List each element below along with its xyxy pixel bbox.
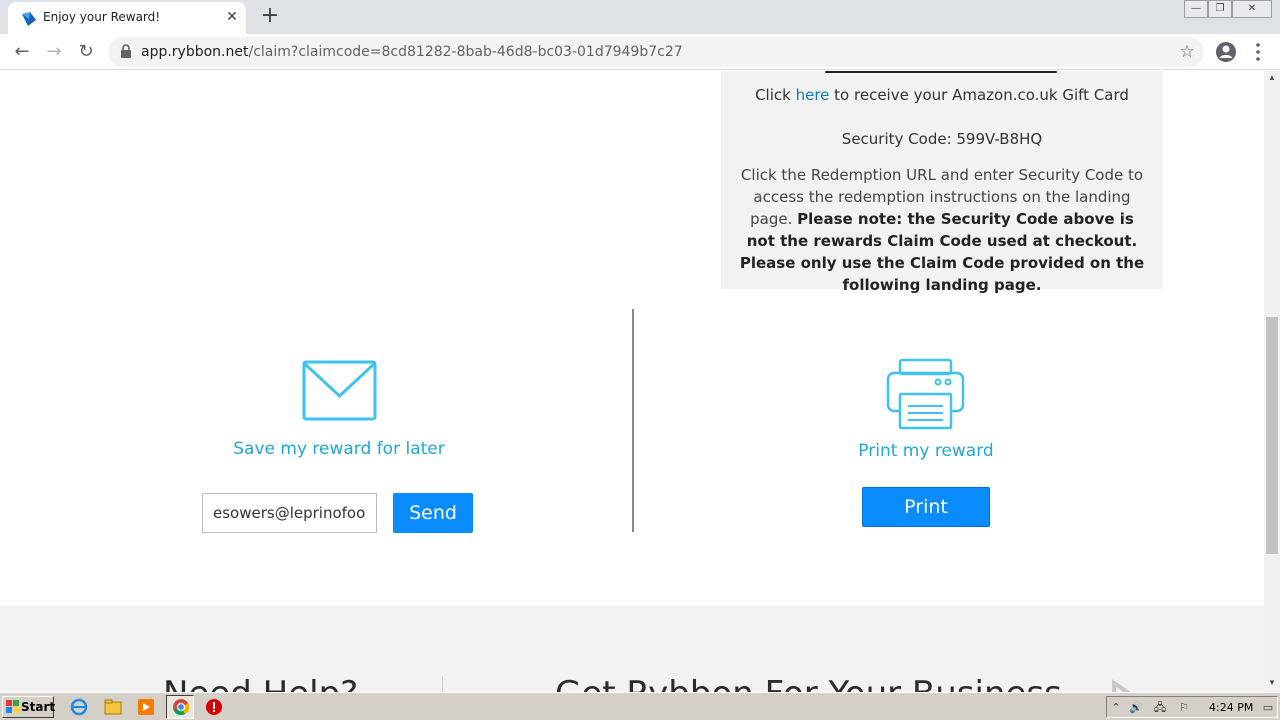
forward-icon[interactable]: → [42, 40, 66, 64]
printer-icon [886, 358, 965, 430]
email-input[interactable] [202, 493, 377, 533]
url-text: app.rybbon.net/claim?claimcode=8cd81282-… [141, 44, 683, 60]
security-alert-icon[interactable] [205, 698, 223, 716]
tab-title: Enjoy your Reward! [43, 10, 161, 24]
show-desktop-icon[interactable]: ▭ [1261, 701, 1275, 715]
tab-strip: Enjoy your Reward! ✕ + — ❐ ✕ [0, 0, 1280, 34]
url-host: app.rybbon.net [141, 44, 249, 60]
gift-card-instruction: Click here to receive your Amazon.co.uk … [721, 86, 1163, 104]
browser-toolbar: ← → ↻ app.rybbon.net/claim?claimcode=8cd… [0, 34, 1280, 70]
bookmark-star-icon[interactable]: ☆ [1176, 41, 1198, 63]
card-top-bar [825, 71, 1057, 73]
volume-icon[interactable]: 🔊 [1129, 701, 1143, 715]
tab-close-icon[interactable]: ✕ [224, 8, 240, 26]
play-logo-icon [1112, 679, 1131, 692]
save-reward-label: Save my reward for later [233, 439, 445, 459]
page-viewport: Click here to receive your Amazon.co.uk … [0, 71, 1264, 692]
rybbon-favicon-icon [22, 12, 36, 26]
profile-avatar-icon[interactable] [1214, 40, 1238, 64]
gift-card-panel: Click here to receive your Amazon.co.uk … [721, 71, 1163, 294]
url-path: /claim?claimcode=8cd81282-8bab-46d8-bc03… [248, 44, 683, 60]
back-icon[interactable]: ← [10, 40, 34, 64]
media-player-icon[interactable] [137, 698, 155, 716]
file-explorer-icon[interactable] [104, 698, 122, 716]
business-heading: Get Rybbon For Your Business [555, 674, 1062, 692]
reload-icon[interactable]: ↻ [74, 40, 98, 64]
address-bar[interactable]: app.rybbon.net/claim?claimcode=8cd81282-… [108, 37, 1204, 67]
scroll-thumb[interactable] [1266, 317, 1278, 554]
redemption-instructions: Click the Redemption URL and enter Secur… [737, 164, 1147, 296]
section-divider [632, 309, 634, 532]
new-tab-button[interactable]: + [258, 4, 282, 28]
scroll-down-arrow-icon[interactable]: ▼ [1264, 676, 1280, 690]
send-button[interactable]: Send [393, 493, 473, 533]
instructions-note: Please note: the Security Code above is … [739, 210, 1145, 294]
watermark-right-text: RUN [1156, 683, 1259, 692]
scroll-up-arrow-icon[interactable]: ▲ [1264, 71, 1280, 85]
print-reward-label: Print my reward [858, 441, 994, 461]
footer-divider [442, 676, 443, 692]
windows-logo-icon [6, 700, 19, 713]
need-help-heading: Need Help? [163, 674, 358, 692]
taskbar: Start ⌃ 🔊 🖧 ⚐ 4:24 PM ▭ [0, 692, 1280, 720]
anyrun-watermark: ANY RUN [1038, 675, 1258, 692]
security-code: Security Code: 599V-B8HQ [841, 130, 1043, 148]
tray-expand-icon[interactable]: ⌃ [1109, 701, 1123, 715]
restore-button[interactable]: ❐ [1208, 0, 1232, 18]
close-window-button[interactable]: ✕ [1232, 0, 1272, 18]
tab-enjoy-your-reward[interactable]: Enjoy your Reward! ✕ [8, 2, 246, 34]
clock[interactable]: 4:24 PM [1209, 701, 1253, 714]
here-link[interactable]: here [796, 86, 830, 104]
screen: Enjoy your Reward! ✕ + — ❐ ✕ ← → ↻ app.r… [0, 0, 1280, 720]
start-button[interactable]: Start [2, 696, 56, 718]
chrome-icon [173, 699, 190, 716]
flag-icon[interactable]: ⚐ [1177, 701, 1191, 715]
envelope-icon [302, 360, 377, 421]
lock-icon [121, 44, 131, 58]
click-prefix: Click [755, 86, 796, 104]
menu-kebab-icon[interactable] [1246, 40, 1270, 64]
minimize-button[interactable]: — [1184, 0, 1208, 18]
network-icon[interactable]: 🖧 [1153, 701, 1167, 715]
chrome-taskbar-button[interactable] [166, 695, 194, 719]
print-button[interactable]: Print [862, 487, 990, 527]
system-tray: ⌃ 🔊 🖧 ⚐ 4:24 PM ▭ [1106, 696, 1278, 718]
start-label: Start [21, 700, 56, 714]
click-suffix: to receive your Amazon.co.uk Gift Card [829, 86, 1129, 104]
internet-explorer-icon[interactable] [70, 698, 88, 716]
vertical-scrollbar[interactable]: ▲ ▼ [1264, 71, 1280, 692]
